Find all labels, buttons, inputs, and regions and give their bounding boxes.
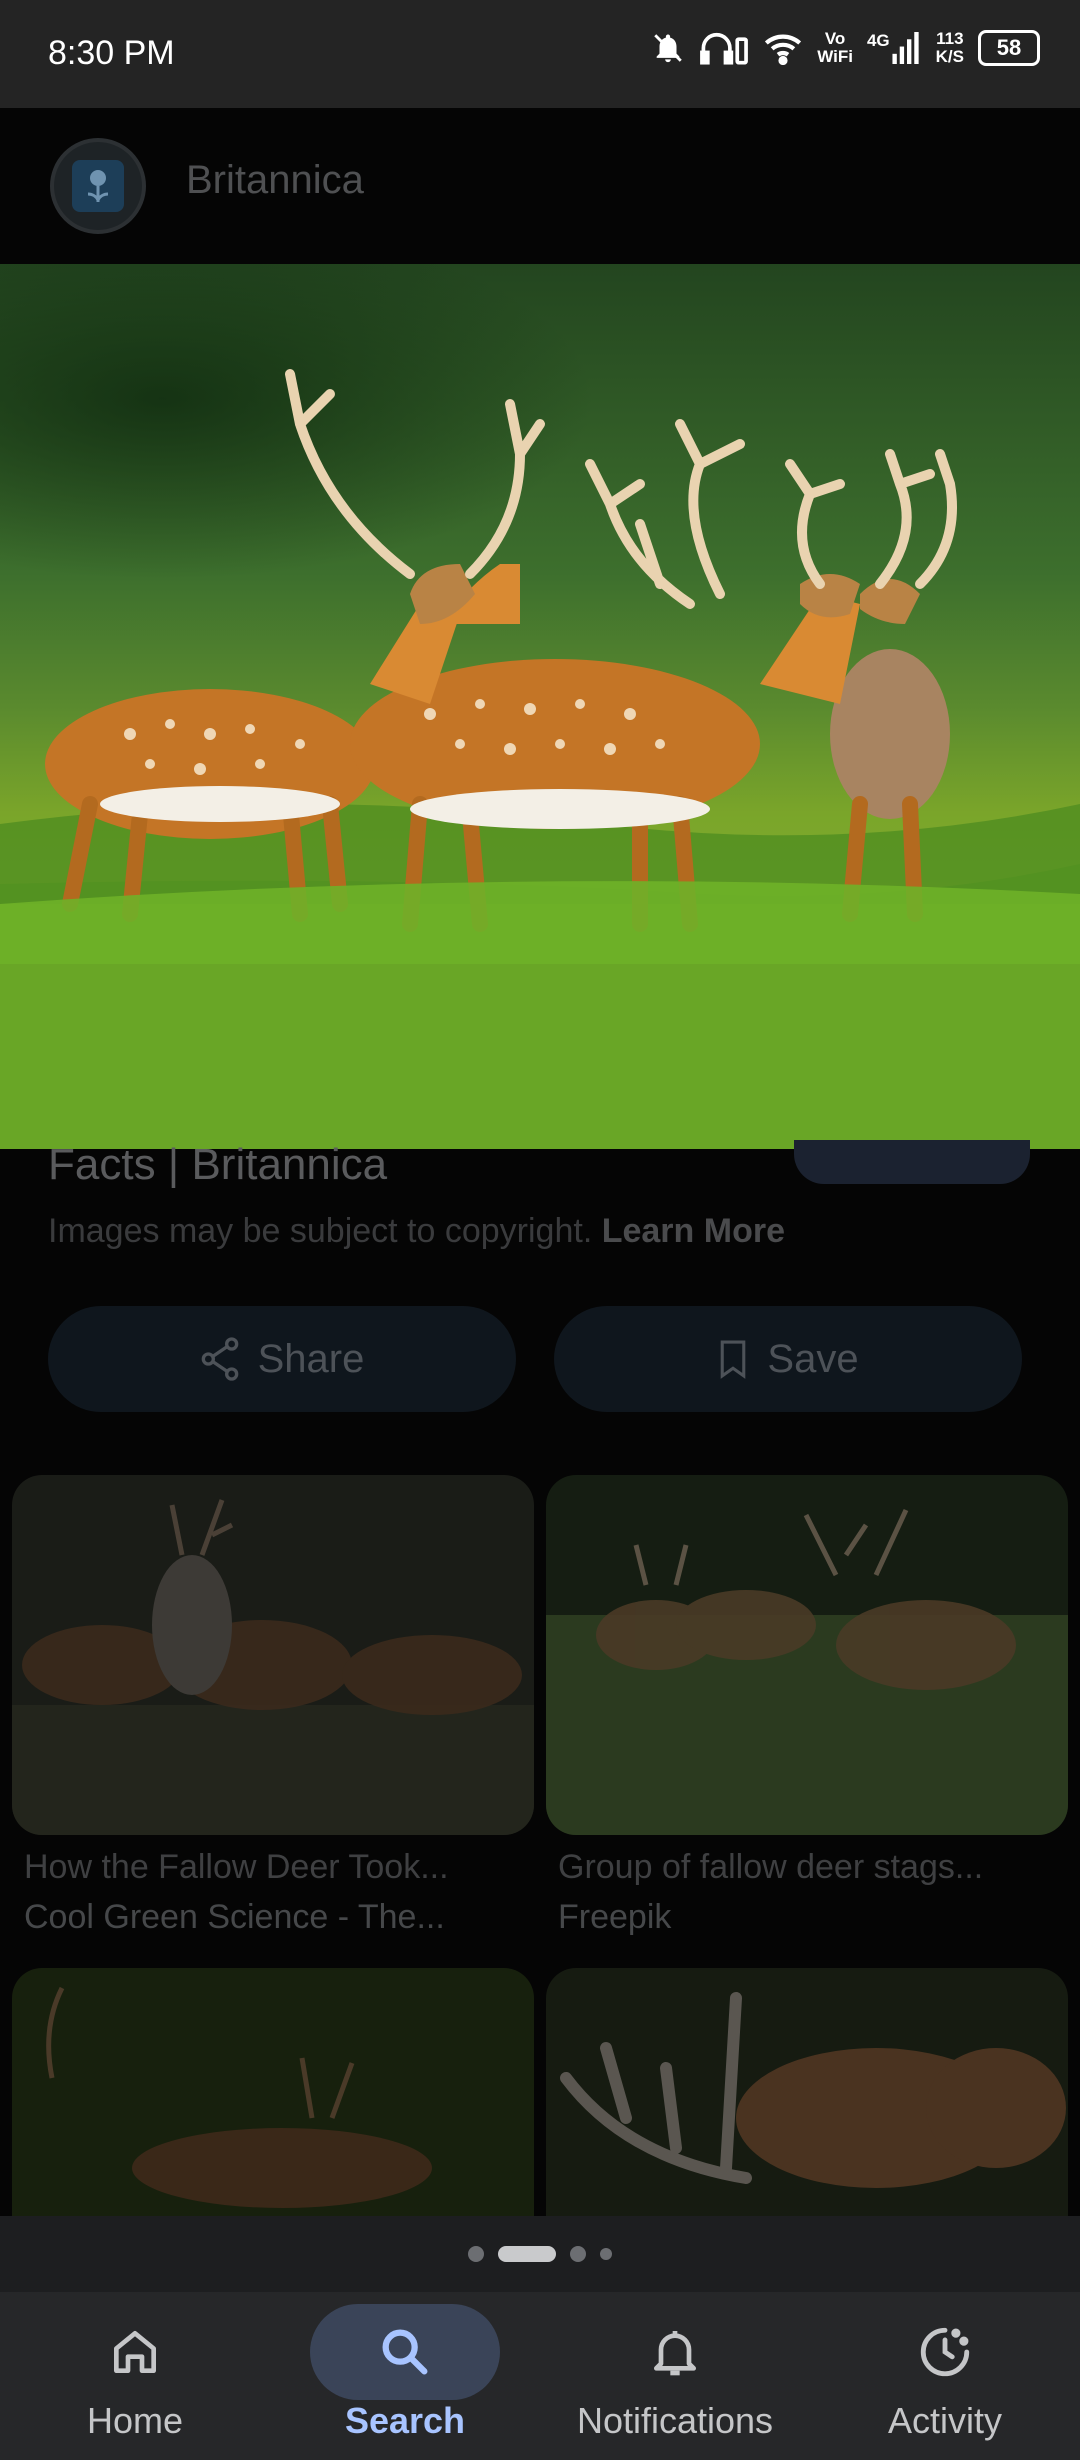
share-button[interactable]: Share — [48, 1306, 516, 1412]
nav-home-label: Home — [86, 2400, 184, 2441]
speed-value: 113 — [936, 29, 964, 48]
save-button[interactable]: Save — [554, 1306, 1022, 1412]
share-label: Share — [257, 1336, 365, 1381]
nav-search-label: Search — [344, 2400, 466, 2441]
nav-notifications-icon-wrap — [580, 2304, 770, 2400]
page-indicator — [0, 2216, 1080, 2292]
hero-image-deer[interactable] — [0, 264, 1080, 1149]
nav-search[interactable]: Search — [270, 2292, 540, 2460]
nav-home-icon-wrap — [40, 2304, 230, 2400]
related-source-1[interactable]: Cool Green Science - The... — [24, 1898, 445, 1937]
related-image-1[interactable] — [12, 1475, 534, 1835]
thistle-icon — [72, 160, 124, 212]
net-speed: 113 K/S — [936, 30, 964, 66]
related-source-2[interactable]: Freepik — [558, 1898, 671, 1937]
signal-indicator: 4G — [867, 32, 922, 64]
nav-activity[interactable]: Activity — [810, 2292, 1080, 2460]
share-icon — [201, 1337, 238, 1381]
vo-label: Vo — [824, 29, 846, 48]
bell-icon — [654, 2331, 696, 2376]
save-label: Save — [767, 1336, 859, 1381]
page-dot[interactable] — [600, 2248, 612, 2260]
nav-notifications-label: Notifications — [576, 2400, 774, 2441]
activity-icon — [920, 2327, 970, 2377]
related-image-2[interactable] — [546, 1475, 1068, 1835]
britannica-logo[interactable] — [50, 138, 146, 234]
search-icon — [382, 2329, 428, 2375]
vo-wifi-indicator: Vo WiFi — [817, 30, 853, 66]
nav-search-icon-wrap — [310, 2304, 500, 2400]
related-image-4[interactable] — [546, 1968, 1068, 2216]
page-dot-active[interactable] — [498, 2246, 556, 2262]
signal-icon — [892, 32, 919, 64]
battery-level: 58 — [996, 35, 1022, 60]
network-type: 4G — [866, 31, 890, 50]
source-header: Britannica — [0, 108, 1080, 264]
nav-notifications[interactable]: Notifications — [540, 2292, 810, 2460]
copyright-notice: Images may be subject to copyright. Lear… — [48, 1212, 785, 1251]
nav-activity-label: Activity — [887, 2400, 1002, 2441]
nav-activity-icon-wrap — [850, 2304, 1040, 2400]
learn-more-link[interactable]: Learn More — [602, 1212, 785, 1250]
related-title-2[interactable]: Group of fallow deer stags... — [558, 1848, 983, 1887]
copyright-text: Images may be subject to copyright. — [48, 1212, 593, 1250]
home-icon — [114, 2331, 157, 2373]
speed-unit: K/S — [935, 47, 964, 66]
battery-indicator: 58 — [978, 30, 1040, 66]
wifi-icon — [765, 34, 802, 65]
page-dot[interactable] — [570, 2246, 586, 2262]
related-title-1[interactable]: How the Fallow Deer Took... — [24, 1848, 449, 1887]
status-icons: Vo WiFi 4G 113 K/S 58 — [651, 30, 1040, 66]
nav-home[interactable]: Home — [0, 2292, 270, 2460]
source-name[interactable]: Britannica — [186, 158, 364, 203]
page-dot[interactable] — [468, 2246, 484, 2262]
related-image-3[interactable] — [12, 1968, 534, 2216]
bottom-navigation: Home Search Notifications Activity — [0, 2292, 1080, 2460]
wifi-label: WiFi — [817, 47, 853, 66]
status-bar: 8:30 PM Vo WiFi 4G 113 K/S 58 — [0, 0, 1080, 108]
status-time: 8:30 PM — [48, 34, 175, 72]
result-title[interactable]: Facts | Britannica — [48, 1140, 387, 1190]
bookmark-icon — [721, 1340, 746, 1379]
headphones-icon — [700, 32, 749, 65]
mute-bell-icon — [654, 34, 682, 63]
visit-button[interactable] — [794, 1140, 1030, 1184]
